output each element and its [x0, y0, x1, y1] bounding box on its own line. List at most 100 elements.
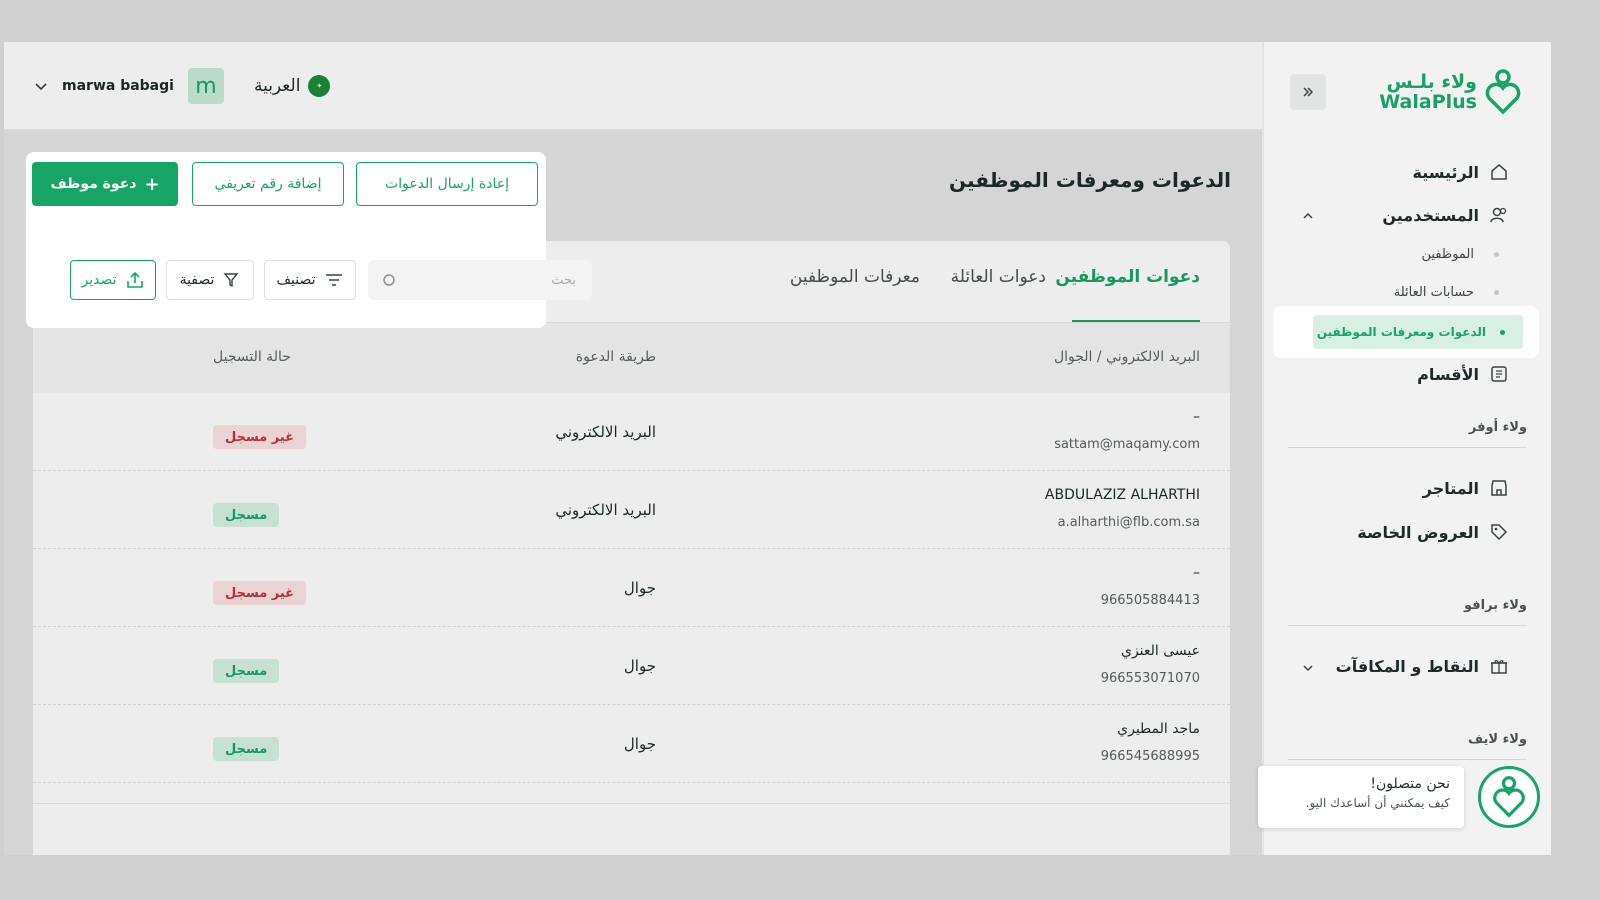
sidebar-item-departments[interactable]: الأقسام	[1417, 364, 1509, 384]
user-name: marwa babagi	[62, 78, 174, 94]
collapse-sidebar-button[interactable]	[1290, 74, 1326, 110]
search-input[interactable]	[406, 272, 576, 288]
app-window: marwa babagi m العربية ✦ الدعوات ومعرفات…	[4, 42, 1551, 855]
home-icon	[1491, 164, 1507, 180]
status-badge: مسجل	[213, 659, 280, 683]
sidebar: ولاء بلـس WalaPlus الرئيسية المستخدمين ا…	[1263, 42, 1551, 855]
column-header-contact: البريد الالكتروني / الجوال	[1053, 349, 1200, 365]
section-title-offers: ولاء أوفر	[1468, 420, 1527, 435]
add-id-button[interactable]: إضافة رقم تعريفي	[192, 162, 344, 206]
row-name: عيسى العنزي	[1120, 643, 1200, 659]
sidebar-item-users[interactable]: المستخدمين	[1382, 205, 1509, 225]
sidebar-item-stores[interactable]: المتاجر	[1423, 478, 1509, 498]
chevron-down-icon[interactable]	[1302, 662, 1314, 674]
table-row[interactable]: – 966505884413 جوال غير مسجل	[33, 549, 1230, 627]
filter-icon	[223, 273, 239, 288]
users-icon	[1490, 207, 1507, 223]
sidebar-subitem-employees[interactable]: الموظفين	[1421, 247, 1499, 262]
sidebar-item-label: الأقسام	[1417, 364, 1479, 384]
row-name: –	[1193, 565, 1200, 581]
invite-employee-button[interactable]: + دعوة موظف	[32, 162, 178, 206]
status-badge: مسجل	[213, 737, 280, 761]
avatar[interactable]: m	[187, 68, 224, 104]
tab-employee-ids[interactable]: معرفات الموظفين	[790, 267, 920, 287]
row-contact: 966505884413	[1100, 593, 1200, 608]
export-label: تصدير	[81, 272, 117, 288]
sidebar-item-special-offers[interactable]: العروض الخاصة	[1357, 522, 1509, 542]
sort-label: تصنيف	[276, 272, 316, 288]
invite-employee-label: دعوة موظف	[50, 176, 137, 192]
plus-icon: +	[144, 173, 160, 195]
table-row[interactable]: عيسى العنزي 966553071070 جوال مسجل	[33, 627, 1230, 705]
sidebar-subitem-family-accounts[interactable]: حسابات العائلة	[1394, 285, 1499, 300]
tab-employee-invitations[interactable]: دعوات الموظفين	[1055, 267, 1200, 287]
chat-bubble[interactable]: نحن متصلون! كيف يمكنني أن أساعدك اليو.	[1258, 766, 1464, 828]
sort-button[interactable]: تصنيف	[264, 260, 356, 300]
gift-icon	[1491, 660, 1507, 674]
sidebar-item-home[interactable]: الرئيسية	[1413, 162, 1510, 182]
section-title-bravo: ولاء برافو	[1463, 598, 1527, 613]
upload-icon	[126, 271, 143, 288]
sidebar-subitem-label: الدعوات ومعرفات الموظفين	[1316, 325, 1486, 339]
store-icon	[1491, 480, 1507, 496]
row-contact: a.alharthi@flb.com.sa	[1057, 515, 1200, 530]
row-name: ABDULAZIZ ALHARTHI	[1044, 487, 1200, 503]
search-icon	[383, 274, 395, 286]
row-method: البريد الالكتروني	[555, 423, 656, 441]
language-switch[interactable]: العربية ✦	[253, 75, 331, 97]
user-menu[interactable]: marwa babagi m العربية ✦	[34, 68, 331, 104]
chat-subtitle: كيف يمكنني أن أساعدك اليو.	[1305, 796, 1450, 810]
chevron-up-icon[interactable]	[1302, 210, 1314, 222]
row-method: جوال	[623, 579, 656, 597]
table-header: البريد الالكتروني / الجوال طريقة الدعوة …	[33, 323, 1230, 393]
row-method: البريد الالكتروني	[555, 501, 656, 519]
tag-icon	[1491, 524, 1508, 541]
column-header-status: حالة التسجيل	[213, 349, 291, 365]
sidebar-item-label: المتاجر	[1422, 478, 1479, 498]
heart-logo-icon	[1493, 776, 1525, 818]
double-chevron-icon	[1303, 87, 1314, 97]
divider	[33, 803, 1230, 804]
table-row[interactable]: – sattam@maqamy.com البريد الالكتروني غي…	[33, 393, 1230, 471]
table-row[interactable]: ABDULAZIZ ALHARTHI a.alharthi@flb.com.sa…	[33, 471, 1230, 549]
sidebar-item-label: العروض الخاصة	[1357, 522, 1479, 542]
row-method: جوال	[623, 735, 656, 753]
heart-logo-icon	[1485, 69, 1521, 115]
divider	[1288, 759, 1527, 760]
language-label: العربية	[253, 76, 301, 96]
chat-title: نحن متصلون!	[1370, 776, 1450, 792]
search-box[interactable]	[368, 260, 592, 300]
table-row[interactable]: ماجد المطيري 966545688995 جوال مسجل	[33, 705, 1230, 783]
export-button[interactable]: تصدير	[70, 260, 156, 300]
sidebar-subitem-label: حسابات العائلة	[1393, 285, 1474, 300]
sidebar-subitem-label: الموظفين	[1421, 247, 1474, 262]
sidebar-item-label: النقاط و المكافآت	[1335, 656, 1479, 676]
logo-arabic: ولاء بلـس	[1386, 70, 1477, 93]
row-contact: 966545688995	[1100, 749, 1200, 764]
filter-button[interactable]: تصفية	[166, 260, 254, 300]
page-title: الدعوات ومعرفات الموظفين	[949, 168, 1231, 192]
section-title-life: ولاء لايف	[1468, 732, 1527, 747]
bullet-icon	[1494, 252, 1499, 257]
chat-launcher-button[interactable]	[1478, 766, 1540, 828]
row-method: جوال	[623, 657, 656, 675]
chevron-down-icon[interactable]	[34, 79, 48, 93]
sidebar-item-points[interactable]: النقاط و المكافآت	[1336, 656, 1509, 676]
bullet-icon	[1500, 329, 1505, 335]
tab-family-invitations[interactable]: دعوات العائلة	[951, 267, 1046, 287]
row-name: ماجد المطيري	[1117, 721, 1200, 737]
row-name: –	[1193, 409, 1200, 425]
filter-label: تصفية	[179, 272, 215, 288]
sidebar-subitem-invitations[interactable]: الدعوات ومعرفات الموظفين	[1313, 315, 1523, 349]
sort-icon	[325, 274, 342, 286]
divider	[1288, 447, 1527, 448]
walaplus-logo[interactable]: ولاء بلـس WalaPlus	[1379, 68, 1521, 116]
resend-invitations-button[interactable]: إعادة إرسال الدعوات	[356, 162, 538, 206]
row-contact: sattam@maqamy.com	[1054, 437, 1200, 452]
status-badge: غير مسجل	[213, 425, 307, 449]
sidebar-item-label: الرئيسية	[1412, 162, 1480, 182]
divider	[1288, 625, 1527, 626]
top-bar: marwa babagi m العربية ✦	[4, 42, 1262, 130]
logo-english: WalaPlus	[1379, 90, 1477, 113]
departments-icon	[1491, 366, 1507, 382]
